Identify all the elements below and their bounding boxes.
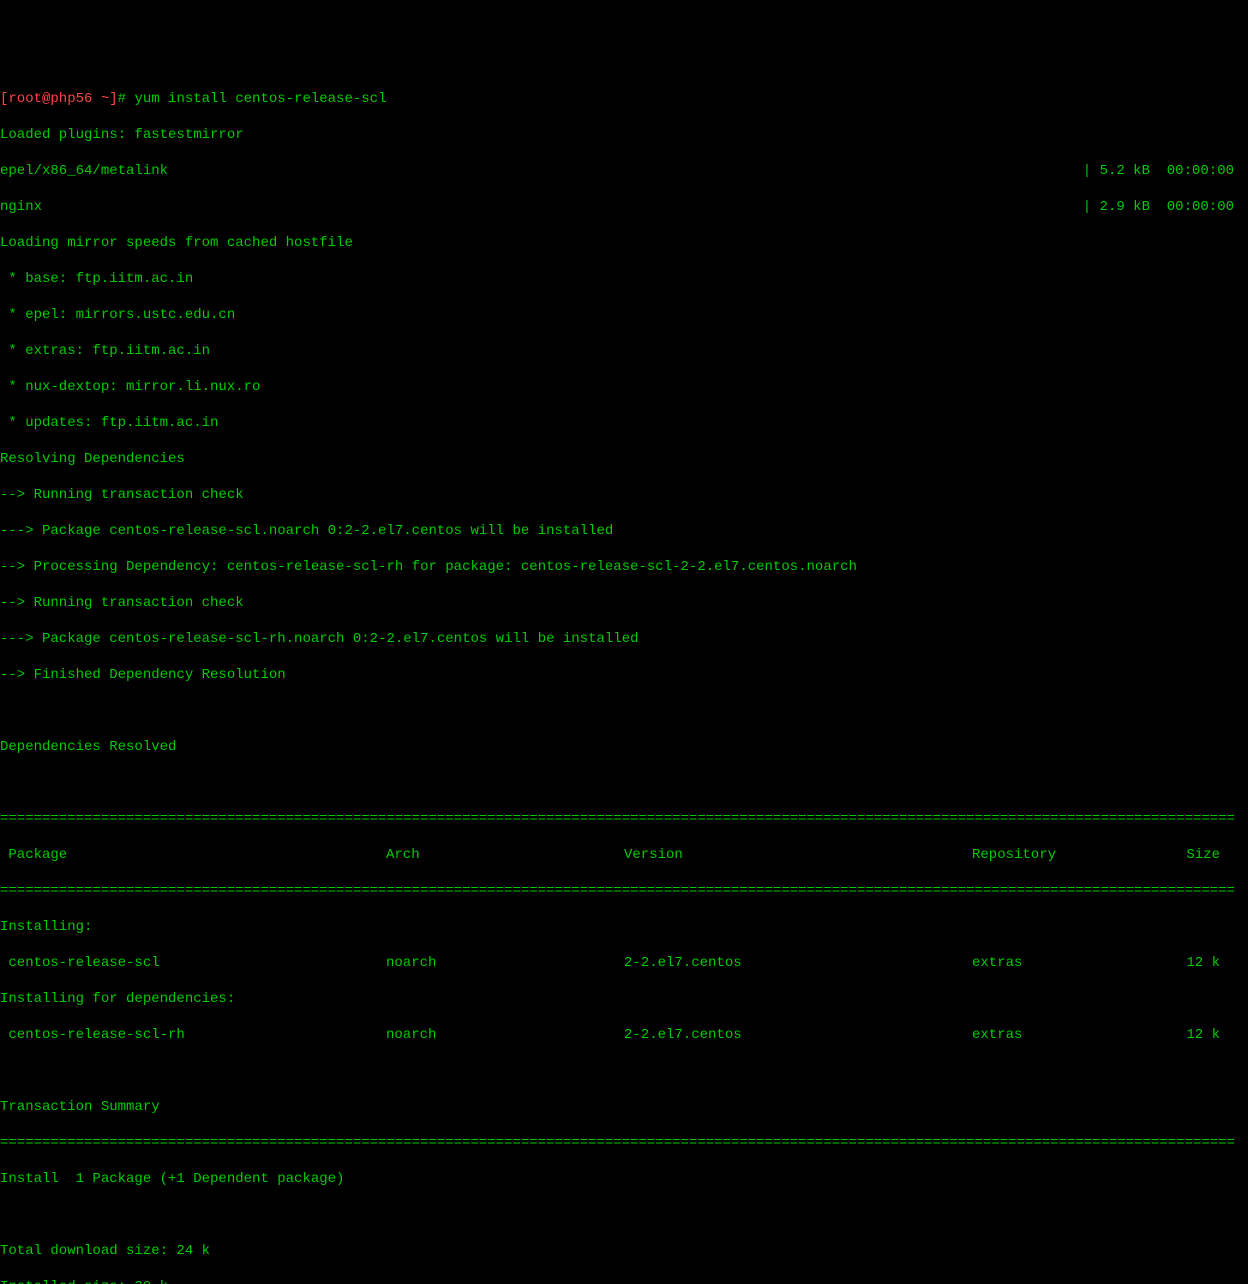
cell-repo: extras	[972, 954, 1172, 972]
output-line: Resolving Dependencies	[0, 450, 1248, 468]
mirror-line: * extras: ftp.iitm.ac.in	[0, 342, 1248, 360]
mirror-line: * updates: ftp.iitm.ac.in	[0, 414, 1248, 432]
header-arch: Arch	[386, 846, 624, 864]
repo-info: | 5.2 kB 00:00:00	[1083, 162, 1248, 180]
table-row: centos-release-scl-rhnoarch2-2.el7.cento…	[0, 1026, 1248, 1044]
output-line: Installed size: 39 k	[0, 1278, 1248, 1284]
blank-line	[0, 774, 1248, 792]
cell-size: 12 k	[1172, 1026, 1234, 1044]
repo-info: | 2.9 kB 00:00:00	[1083, 198, 1248, 216]
output-line: Total download size: 24 k	[0, 1242, 1248, 1260]
header-version: Version	[624, 846, 972, 864]
table-row: centos-release-sclnoarch2-2.el7.centosex…	[0, 954, 1248, 972]
cell-arch: noarch	[386, 1026, 624, 1044]
mirror-line: * epel: mirrors.ustc.edu.cn	[0, 306, 1248, 324]
prompt-line: [root@php56 ~]# yum install centos-relea…	[0, 90, 1248, 108]
section-label: Installing for dependencies:	[0, 990, 1248, 1008]
output-line: --> Processing Dependency: centos-releas…	[0, 558, 1248, 576]
repo-name: epel/x86_64/metalink	[0, 162, 1083, 180]
blank-line	[0, 1206, 1248, 1224]
divider: ========================================…	[0, 882, 1234, 900]
output-line: Transaction Summary	[0, 1098, 1248, 1116]
repo-name: nginx	[0, 198, 1083, 216]
terminal-output[interactable]: [root@php56 ~]# yum install centos-relea…	[0, 72, 1248, 1284]
header-size: Size	[1172, 846, 1234, 864]
mirror-line: * nux-dextop: mirror.li.nux.ro	[0, 378, 1248, 396]
repo-line: epel/x86_64/metalink| 5.2 kB 00:00:00	[0, 162, 1248, 180]
cell-size: 12 k	[1172, 954, 1234, 972]
output-line: Install 1 Package (+1 Dependent package)	[0, 1170, 1248, 1188]
repo-line: nginx| 2.9 kB 00:00:00	[0, 198, 1248, 216]
divider: ========================================…	[0, 1134, 1234, 1152]
output-line: Loading mirror speeds from cached hostfi…	[0, 234, 1248, 252]
table-header: PackageArchVersionRepositorySize	[0, 846, 1248, 864]
command-text: yum install centos-release-scl	[134, 91, 386, 107]
cell-package: centos-release-scl-rh	[0, 1026, 386, 1044]
mirror-line: * base: ftp.iitm.ac.in	[0, 270, 1248, 288]
prompt-symbol: #	[118, 91, 126, 107]
prompt-user: [root@php56 ~]	[0, 91, 118, 107]
header-repository: Repository	[972, 846, 1172, 864]
cell-package: centos-release-scl	[0, 954, 386, 972]
output-line: Loaded plugins: fastestmirror	[0, 126, 1248, 144]
header-package: Package	[0, 846, 386, 864]
cell-arch: noarch	[386, 954, 624, 972]
output-line: --> Finished Dependency Resolution	[0, 666, 1248, 684]
blank-line	[0, 1062, 1248, 1080]
section-label: Installing:	[0, 918, 1248, 936]
output-line: --> Running transaction check	[0, 486, 1248, 504]
cell-version: 2-2.el7.centos	[624, 954, 972, 972]
output-line: ---> Package centos-release-scl-rh.noarc…	[0, 630, 1248, 648]
cell-version: 2-2.el7.centos	[624, 1026, 972, 1044]
divider: ========================================…	[0, 810, 1234, 828]
cell-repo: extras	[972, 1026, 1172, 1044]
output-line: --> Running transaction check	[0, 594, 1248, 612]
output-line: ---> Package centos-release-scl.noarch 0…	[0, 522, 1248, 540]
blank-line	[0, 702, 1248, 720]
output-line: Dependencies Resolved	[0, 738, 1248, 756]
